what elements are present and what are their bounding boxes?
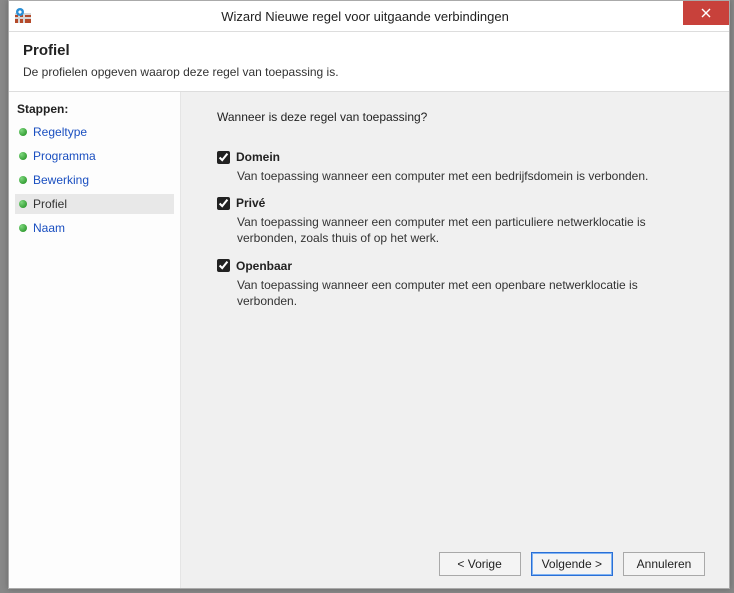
window-title: Wizard Nieuwe regel voor uitgaande verbi…: [1, 9, 729, 24]
step-label: Regeltype: [33, 125, 87, 139]
option-label: Privé: [236, 196, 265, 210]
close-button[interactable]: [683, 1, 729, 25]
content-panel: Wanneer is deze regel van toepassing? Do…: [181, 92, 729, 588]
option-label: Domein: [236, 150, 280, 164]
back-button[interactable]: < Vorige: [439, 552, 521, 576]
step-bullet-icon: [19, 200, 27, 208]
step-label: Bewerking: [33, 173, 89, 187]
step-regeltype[interactable]: Regeltype: [15, 122, 174, 142]
step-label: Naam: [33, 221, 65, 235]
step-label: Programma: [33, 149, 96, 163]
step-profiel[interactable]: Profiel: [15, 194, 174, 214]
step-bewerking[interactable]: Bewerking: [15, 170, 174, 190]
option-openbaar: Openbaar Van toepassing wanneer een comp…: [217, 259, 705, 309]
wizard-body: Stappen: Regeltype Programma Bewerking P…: [9, 92, 729, 588]
footer-buttons: < Vorige Volgende > Annuleren: [217, 538, 705, 576]
content-question: Wanneer is deze regel van toepassing?: [217, 110, 705, 124]
option-description: Van toepassing wanneer een computer met …: [237, 277, 677, 309]
steps-sidebar: Stappen: Regeltype Programma Bewerking P…: [9, 92, 181, 588]
titlebar: Wizard Nieuwe regel voor uitgaande verbi…: [9, 1, 729, 31]
option-domein: Domein Van toepassing wanneer een comput…: [217, 150, 705, 184]
option-description: Van toepassing wanneer een computer met …: [237, 214, 677, 246]
option-head[interactable]: Openbaar: [217, 259, 705, 273]
step-label: Profiel: [33, 197, 67, 211]
option-head[interactable]: Domein: [217, 150, 705, 164]
step-bullet-icon: [19, 128, 27, 136]
option-head[interactable]: Privé: [217, 196, 705, 210]
next-button[interactable]: Volgende >: [531, 552, 613, 576]
option-prive: Privé Van toepassing wanneer een compute…: [217, 196, 705, 246]
page-description: De profielen opgeven waarop deze regel v…: [23, 65, 715, 79]
step-bullet-icon: [19, 176, 27, 184]
close-icon: [701, 8, 711, 18]
step-naam[interactable]: Naam: [15, 218, 174, 238]
header-band: Profiel De profielen opgeven waarop deze…: [9, 31, 729, 92]
wizard-window: Wizard Nieuwe regel voor uitgaande verbi…: [8, 0, 730, 589]
step-bullet-icon: [19, 224, 27, 232]
checkbox-openbaar[interactable]: [217, 259, 230, 272]
cancel-button[interactable]: Annuleren: [623, 552, 705, 576]
step-bullet-icon: [19, 152, 27, 160]
page-title: Profiel: [23, 42, 715, 59]
checkbox-prive[interactable]: [217, 197, 230, 210]
steps-title: Stappen:: [15, 100, 174, 122]
checkbox-domein[interactable]: [217, 151, 230, 164]
step-programma[interactable]: Programma: [15, 146, 174, 166]
option-description: Van toepassing wanneer een computer met …: [237, 168, 677, 184]
option-label: Openbaar: [236, 259, 292, 273]
